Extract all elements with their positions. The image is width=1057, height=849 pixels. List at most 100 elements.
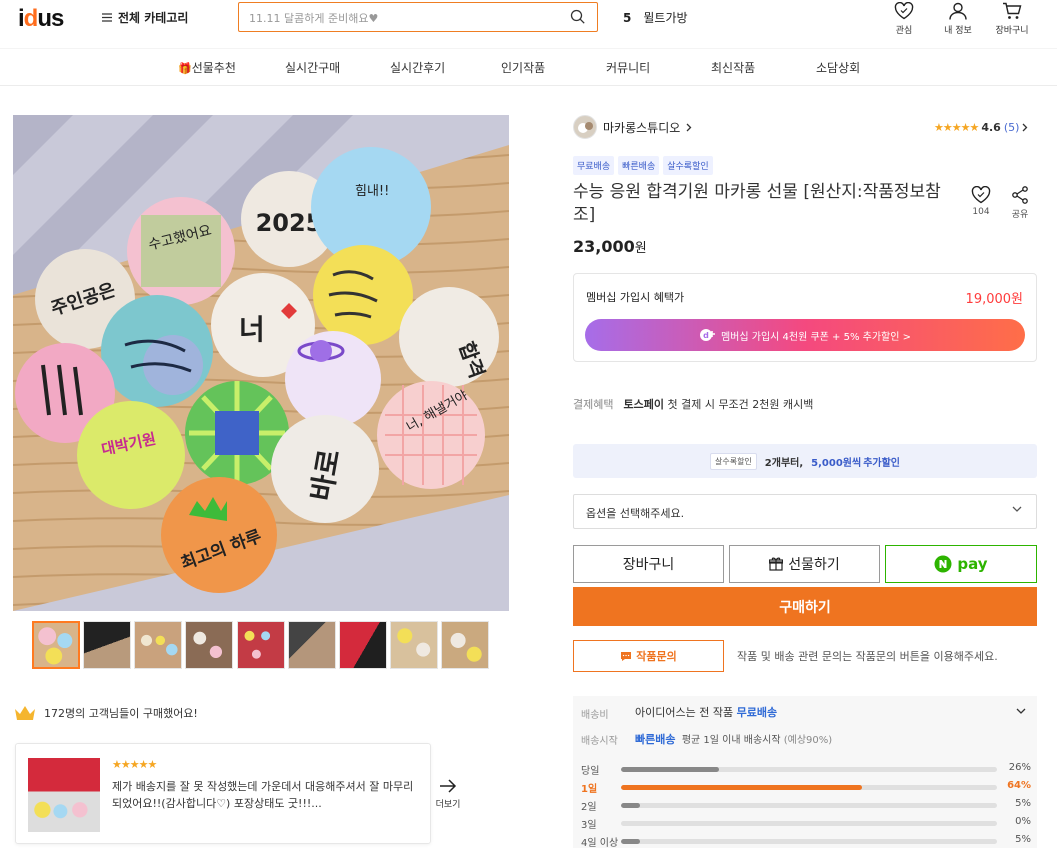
search-icon[interactable] xyxy=(570,9,585,24)
shipping-avg: 평균 1일 이내 배송시작 xyxy=(681,735,781,746)
chat-icon xyxy=(621,651,632,661)
all-category-button[interactable]: 전체 카테고리 xyxy=(102,9,188,26)
artist-link[interactable]: 마카롱스튜디오 xyxy=(573,115,692,139)
npay-button[interactable]: pay xyxy=(885,545,1037,583)
trending-keyword[interactable]: 5 뮐트가방 xyxy=(623,9,688,26)
gift-label: 선물하기 xyxy=(788,557,840,573)
npay-label: pay xyxy=(957,555,988,573)
nav-item-sodam[interactable]: 소담상회 xyxy=(816,59,860,76)
thumbnail-1[interactable] xyxy=(32,621,80,669)
review-text: 제가 배송지를 잘 못 작성했는데 가운데서 대응해주셔서 잘 마무리 되었어요… xyxy=(112,780,414,810)
payment-benefit: 결제혜택 토스페이 첫 결제 시 무조건 2천원 캐시백 xyxy=(573,396,813,412)
macaron-planet xyxy=(285,331,381,427)
rating-summary[interactable]: ★★★★★ 4.6 (5) xyxy=(934,121,1028,134)
payment-brand: 토스페이 xyxy=(623,398,664,411)
nav-item-community[interactable]: 커뮤니티 xyxy=(606,59,650,76)
share-label: 공유 xyxy=(1011,210,1029,220)
product-main-image[interactable]: 2025 수고했어요 힘내!! 주인공은 너 합격 너, 해낼거야 대박기원 바… xyxy=(13,115,509,611)
like-button[interactable]: 104 xyxy=(967,185,995,217)
wishlist-label: 관심 xyxy=(895,26,913,36)
bulk-discount-banner[interactable]: 살수록할인 2개부터, 5,000원씩 추가할인 xyxy=(573,444,1037,478)
dist-bar xyxy=(621,803,640,808)
macaron-orange-crown: 최고의 하루 xyxy=(161,477,277,593)
all-category-label: 전체 카테고리 xyxy=(118,11,189,25)
macaron-checker: 너, 해낼거야 xyxy=(377,381,485,489)
macaron-bulb: 합격 xyxy=(399,287,499,387)
dist-day: 3일 xyxy=(581,820,597,831)
payment-benefit-text: 첫 결제 시 무조건 2천원 캐시백 xyxy=(667,398,814,411)
option-placeholder: 옵션을 선택해주세요. xyxy=(586,507,685,520)
nav-item-realtime-purchase[interactable]: 실시간구매 xyxy=(285,59,340,76)
nav-item-newest[interactable]: 최신작품 xyxy=(711,59,755,76)
arrow-right-icon xyxy=(440,779,457,793)
crown-icon xyxy=(15,706,35,720)
search-box[interactable] xyxy=(238,2,598,32)
share-button[interactable]: 공유 xyxy=(1006,186,1034,220)
dist-bar xyxy=(621,785,862,790)
my-info-label: 내 정보 xyxy=(944,26,972,36)
thumbnail-3[interactable] xyxy=(134,621,182,669)
shipping-dist-row: 3일 0% xyxy=(581,816,1031,831)
shipping-fee-value: 아이디어스는 전 작품 무료배송 xyxy=(635,704,777,720)
chevron-down-icon[interactable] xyxy=(1016,708,1026,714)
buy-now-button[interactable]: 구매하기 xyxy=(573,587,1037,626)
inquiry-button[interactable]: 작품문의 xyxy=(573,640,724,672)
thumbnail-6[interactable] xyxy=(288,621,336,669)
thumbnail-2[interactable] xyxy=(83,621,131,669)
macaron-daebak: 대박기원 xyxy=(77,401,185,509)
dist-day: 1일 xyxy=(581,784,598,795)
product-title: 수능 응원 합격기원 마카롱 선물 [원산지:작품정보참조] xyxy=(573,182,941,225)
thumbnail-8[interactable] xyxy=(390,621,438,669)
wishlist-button[interactable]: 관심 xyxy=(884,2,924,36)
membership-price: 19,000원 xyxy=(965,292,1023,307)
cart-button[interactable]: 장바구니 xyxy=(992,2,1032,36)
option-select[interactable]: 옵션을 선택해주세요. xyxy=(573,494,1037,529)
my-info-button[interactable]: 내 정보 xyxy=(938,2,978,36)
cart-add-button[interactable]: 장바구니 xyxy=(573,545,724,583)
buy-label: 구매하기 xyxy=(779,599,831,616)
dist-bar xyxy=(621,839,640,844)
dist-pct: 5% xyxy=(1015,798,1031,809)
header: idus 전체 카테고리 5 뮐트가방 관심 내 정보 장바구니 xyxy=(0,0,1057,40)
bulk-discount-text2: 추가할인 xyxy=(863,457,900,469)
shipping-dist-row: 당일 26% xyxy=(581,762,1031,777)
membership-button-text: 멤버십 가입시 4천원 쿠폰 + 5% 추가할인 > xyxy=(720,331,912,343)
dist-day: 당일 xyxy=(581,766,600,777)
gift-button[interactable]: 선물하기 xyxy=(729,545,880,583)
nav-item-gift-recommend[interactable]: 🎁선물추천 xyxy=(178,59,236,76)
fast-shipping: 빠른배송 xyxy=(635,733,676,746)
search-input[interactable] xyxy=(249,9,549,27)
share-icon xyxy=(1012,186,1028,204)
shipping-dist-row: 4일 이상 5% xyxy=(581,834,1031,849)
macaron-text: 너 xyxy=(239,313,265,346)
macaron-yellow xyxy=(313,245,413,345)
thumbnail-7[interactable] xyxy=(339,621,387,669)
membership-label: 멤버십 가입시 혜택가 xyxy=(586,291,685,304)
macaron-blue-splash xyxy=(101,295,213,407)
nav-item-realtime-review[interactable]: 실시간후기 xyxy=(390,59,445,76)
cart-add-label: 장바구니 xyxy=(622,557,675,573)
chevron-right-icon xyxy=(1022,123,1028,132)
gift-icon: 🎁 xyxy=(178,62,192,75)
gift-icon xyxy=(769,557,784,571)
review-card[interactable]: ★★★★★ 제가 배송지를 잘 못 작성했는데 가운데서 대응해주셔서 잘 마무… xyxy=(15,743,460,844)
shipping-dist-row: 2일 5% xyxy=(581,798,1031,813)
review-more-button[interactable]: 더보기 xyxy=(428,778,468,810)
hamburger-icon xyxy=(102,13,112,22)
artist-avatar xyxy=(573,115,597,139)
macaron-baro: 바로 xyxy=(271,415,379,523)
dist-bar xyxy=(621,767,719,772)
shipping-dist-row: 1일 64% xyxy=(581,780,1031,795)
review-image xyxy=(28,758,100,832)
svg-text:d: d xyxy=(703,331,709,340)
nav-item-popular[interactable]: 인기작품 xyxy=(501,59,545,76)
thumbnail-9[interactable] xyxy=(441,621,489,669)
cart-label: 장바구니 xyxy=(995,26,1029,36)
price-value: 23,000 xyxy=(573,237,635,256)
nav-label: 선물추천 xyxy=(191,61,236,75)
user-icon xyxy=(949,2,967,20)
idus-logo[interactable]: idus xyxy=(18,5,64,33)
thumbnail-5[interactable] xyxy=(237,621,285,669)
thumbnail-4[interactable] xyxy=(185,621,233,669)
membership-join-button[interactable]: d 멤버십 가입시 4천원 쿠폰 + 5% 추가할인 > xyxy=(585,319,1025,351)
